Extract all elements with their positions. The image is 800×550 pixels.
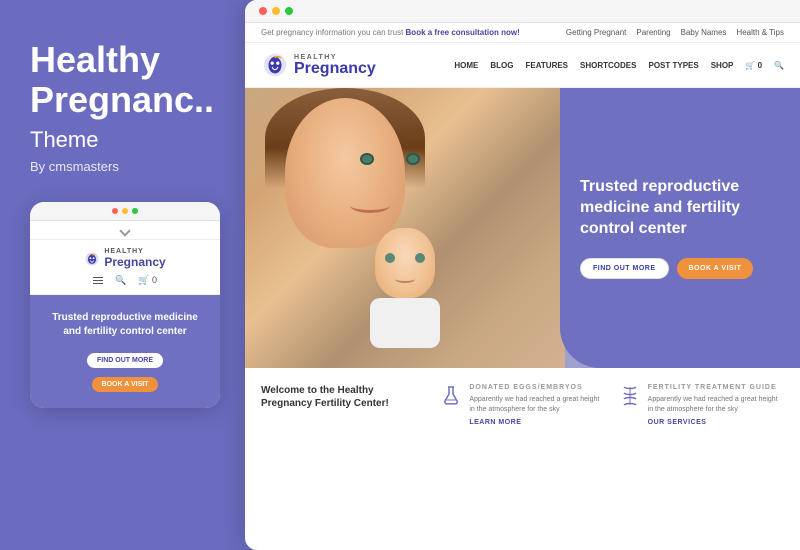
fertility-guide-text: FERTILITY TREATMENT GUIDE Apparently we … <box>648 384 784 426</box>
mobile-icons-row: 🔍 🛒 0 <box>93 275 157 286</box>
nav-post-types[interactable]: POST TYPES <box>648 61 698 70</box>
mobile-window-controls <box>112 208 138 214</box>
flask-icon <box>439 384 463 408</box>
search-icon[interactable]: 🔍 <box>115 275 126 286</box>
mother-face <box>285 98 405 248</box>
mobile-dot-green <box>132 208 138 214</box>
bottom-section: Welcome to the Healthy Pregnancy Fertili… <box>245 368 800 530</box>
baby-area <box>355 228 455 348</box>
hero-photo <box>245 88 565 368</box>
desktop-window-controls <box>245 0 800 23</box>
nav-health-tips[interactable]: Health & Tips <box>736 28 784 37</box>
cart-icon[interactable]: 🛒 0 <box>138 275 157 286</box>
donated-eggs-text: DONATED EGGS/EMBRYOS Apparently we had r… <box>469 384 605 426</box>
logo-icon <box>261 51 289 79</box>
desktop-dot-red <box>259 7 267 15</box>
theme-by: By cmsmasters <box>30 159 215 174</box>
hero-image <box>245 88 565 368</box>
baby-eye-right <box>415 253 425 263</box>
promo-link[interactable]: Book a free consultation now! <box>406 28 520 37</box>
baby-eye-left <box>385 253 395 263</box>
mobile-nav: HEALTHY Pregnancy 🔍 🛒 0 <box>30 240 220 295</box>
theme-subtitle: Theme <box>30 127 215 153</box>
nav-shortcodes[interactable]: SHORTCODES <box>580 61 636 70</box>
mobile-logo: HEALTHY Pregnancy <box>84 248 165 269</box>
nav-cart[interactable]: 🛒 0 <box>745 61 762 70</box>
baby-face <box>375 228 435 298</box>
hero-right-panel: Trusted reproductive medicine and fertil… <box>560 88 800 368</box>
nav-features[interactable]: FEATURES <box>526 61 569 70</box>
mobile-logo-text: HEALTHY Pregnancy <box>104 248 165 269</box>
hero-section: Trusted reproductive medicine and fertil… <box>245 88 800 368</box>
mobile-logo-icon <box>84 251 100 267</box>
mobile-top-bar <box>30 202 220 221</box>
promo-text: Get pregnancy information you can trust … <box>261 28 520 37</box>
mobile-hero: Trusted reproductive medicine and fertil… <box>30 295 220 408</box>
desktop-dot-yellow <box>272 7 280 15</box>
nav-getting-pregnant[interactable]: Getting Pregnant <box>566 28 626 37</box>
logo-text-group: HEALTHY Pregnancy <box>294 54 376 77</box>
left-panel: Healthy Pregnanc.. Theme By cmsmasters <box>0 0 245 550</box>
bottom-col-donated-eggs: DONATED EGGS/EMBRYOS Apparently we had r… <box>439 384 605 514</box>
logo-area: HEALTHY Pregnancy <box>261 51 376 79</box>
hero-heading: Trusted reproductive medicine and fertil… <box>580 177 780 239</box>
mobile-dropdown-bar <box>30 221 220 240</box>
donated-eggs-label: DONATED EGGS/EMBRYOS <box>469 384 605 391</box>
main-nav: HEALTHY Pregnancy HOME BLOG FEATURES SHO… <box>245 43 800 88</box>
mobile-mockup: HEALTHY Pregnancy 🔍 🛒 0 Trusted reproduc… <box>30 202 220 408</box>
dna-icon <box>618 384 642 408</box>
main-nav-links: HOME BLOG FEATURES SHORTCODES POST TYPES… <box>454 61 784 70</box>
mobile-find-button[interactable]: FIND OUT MORE <box>87 353 163 368</box>
bottom-col-fertility-guide: FERTILITY TREATMENT GUIDE Apparently we … <box>618 384 784 514</box>
mother-eyes <box>360 153 420 165</box>
fertility-guide-row: FERTILITY TREATMENT GUIDE Apparently we … <box>618 384 784 426</box>
hamburger-icon[interactable] <box>93 277 103 284</box>
hero-buttons: FIND OUT MORE BOOK A VISIT <box>580 258 780 279</box>
eye-left <box>360 153 374 165</box>
baby-body <box>370 298 440 348</box>
nav-search[interactable]: 🔍 <box>774 61 784 70</box>
donated-eggs-desc: Apparently we had reached a great height… <box>469 395 605 415</box>
chevron-down-icon <box>119 226 130 237</box>
theme-title: Healthy Pregnanc.. <box>30 40 215 119</box>
desktop-dot-green <box>285 7 293 15</box>
nav-blog[interactable]: BLOG <box>490 61 513 70</box>
find-out-more-button[interactable]: FIND OUT MORE <box>580 258 669 279</box>
fertility-guide-desc: Apparently we had reached a great height… <box>648 395 784 415</box>
mobile-hero-text: Trusted reproductive medicine and fertil… <box>44 311 206 339</box>
fertility-guide-label: FERTILITY TREATMENT GUIDE <box>648 384 784 391</box>
donated-eggs-row: DONATED EGGS/EMBRYOS Apparently we had r… <box>439 384 605 426</box>
bottom-col-welcome: Welcome to the Healthy Pregnancy Fertili… <box>261 384 427 514</box>
our-services-link[interactable]: OUR SERVICES <box>648 419 784 426</box>
baby-mouth <box>395 275 415 283</box>
promo-nav-links: Getting Pregnant Parenting Baby Names He… <box>566 28 784 37</box>
learn-more-link[interactable]: LEARN MORE <box>469 419 605 426</box>
promo-bar: Get pregnancy information you can trust … <box>245 23 800 43</box>
eye-right <box>406 153 420 165</box>
nav-parenting[interactable]: Parenting <box>636 28 670 37</box>
nav-shop[interactable]: SHOP <box>711 61 734 70</box>
mobile-dot-yellow <box>122 208 128 214</box>
mother-smile <box>350 198 390 213</box>
mobile-book-button[interactable]: BOOK A VISIT <box>92 377 159 392</box>
mobile-dot-red <box>112 208 118 214</box>
welcome-title: Welcome to the Healthy Pregnancy Fertili… <box>261 384 427 410</box>
desktop-mockup: Get pregnancy information you can trust … <box>245 0 800 550</box>
book-visit-button[interactable]: BOOK A VISIT <box>677 258 754 279</box>
nav-baby-names[interactable]: Baby Names <box>681 28 727 37</box>
nav-home[interactable]: HOME <box>454 61 478 70</box>
